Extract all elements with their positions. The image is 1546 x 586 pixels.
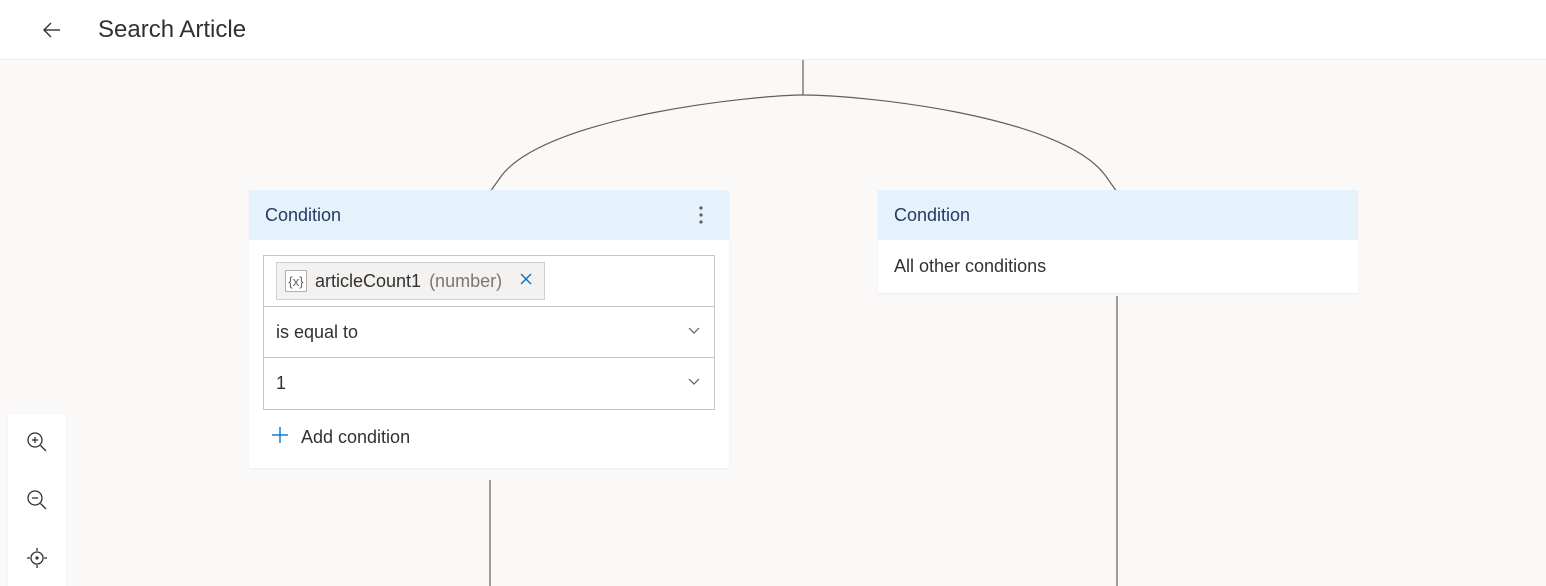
condition-rows: {x} articleCount1 (number) is equal to — [263, 255, 715, 410]
variable-name: articleCount1 — [315, 271, 421, 292]
zoom-in-button[interactable] — [23, 428, 51, 456]
condition-operator-row[interactable]: is equal to — [264, 307, 714, 358]
card-title: Condition — [894, 205, 970, 226]
fit-view-button[interactable] — [23, 544, 51, 572]
chevron-down-icon — [686, 373, 702, 389]
zoom-out-button[interactable] — [23, 486, 51, 514]
target-icon — [26, 547, 48, 569]
all-other-conditions-text: All other conditions — [878, 240, 1358, 293]
chevron-down-icon — [686, 322, 702, 338]
condition-value: 1 — [276, 373, 676, 394]
connector-lines — [0, 60, 1546, 586]
card-header: Condition — [878, 190, 1358, 240]
arrow-left-icon — [40, 18, 64, 42]
operator-value: is equal to — [276, 322, 676, 343]
top-bar: Search Article — [0, 0, 1546, 60]
plus-icon — [271, 426, 289, 448]
remove-variable-button[interactable] — [516, 272, 536, 290]
value-dropdown-button[interactable] — [686, 373, 702, 394]
card-title: Condition — [265, 205, 341, 226]
card-header: Condition — [249, 190, 729, 240]
add-condition-label: Add condition — [301, 427, 410, 448]
condition-value-row[interactable]: 1 — [264, 358, 714, 409]
back-button[interactable] — [36, 14, 68, 46]
condition-card-right[interactable]: Condition All other conditions — [878, 190, 1358, 293]
add-condition-button[interactable]: Add condition — [249, 410, 729, 468]
zoom-in-icon — [26, 431, 48, 453]
variable-chip[interactable]: {x} articleCount1 (number) — [276, 262, 545, 300]
condition-card-left[interactable]: Condition {x} articleCount1 (number) — [249, 190, 729, 468]
variable-type: (number) — [429, 271, 502, 292]
operator-dropdown-button[interactable] — [686, 322, 702, 343]
variable-icon: {x} — [285, 270, 307, 292]
zoom-toolbar — [8, 414, 66, 586]
condition-variable-row[interactable]: {x} articleCount1 (number) — [264, 256, 714, 307]
more-vertical-icon — [699, 206, 703, 224]
close-icon — [520, 273, 532, 285]
page-title: Search Article — [98, 16, 246, 44]
flow-canvas[interactable]: Condition {x} articleCount1 (number) — [0, 60, 1546, 586]
zoom-out-icon — [26, 489, 48, 511]
card-menu-button[interactable] — [687, 201, 715, 229]
